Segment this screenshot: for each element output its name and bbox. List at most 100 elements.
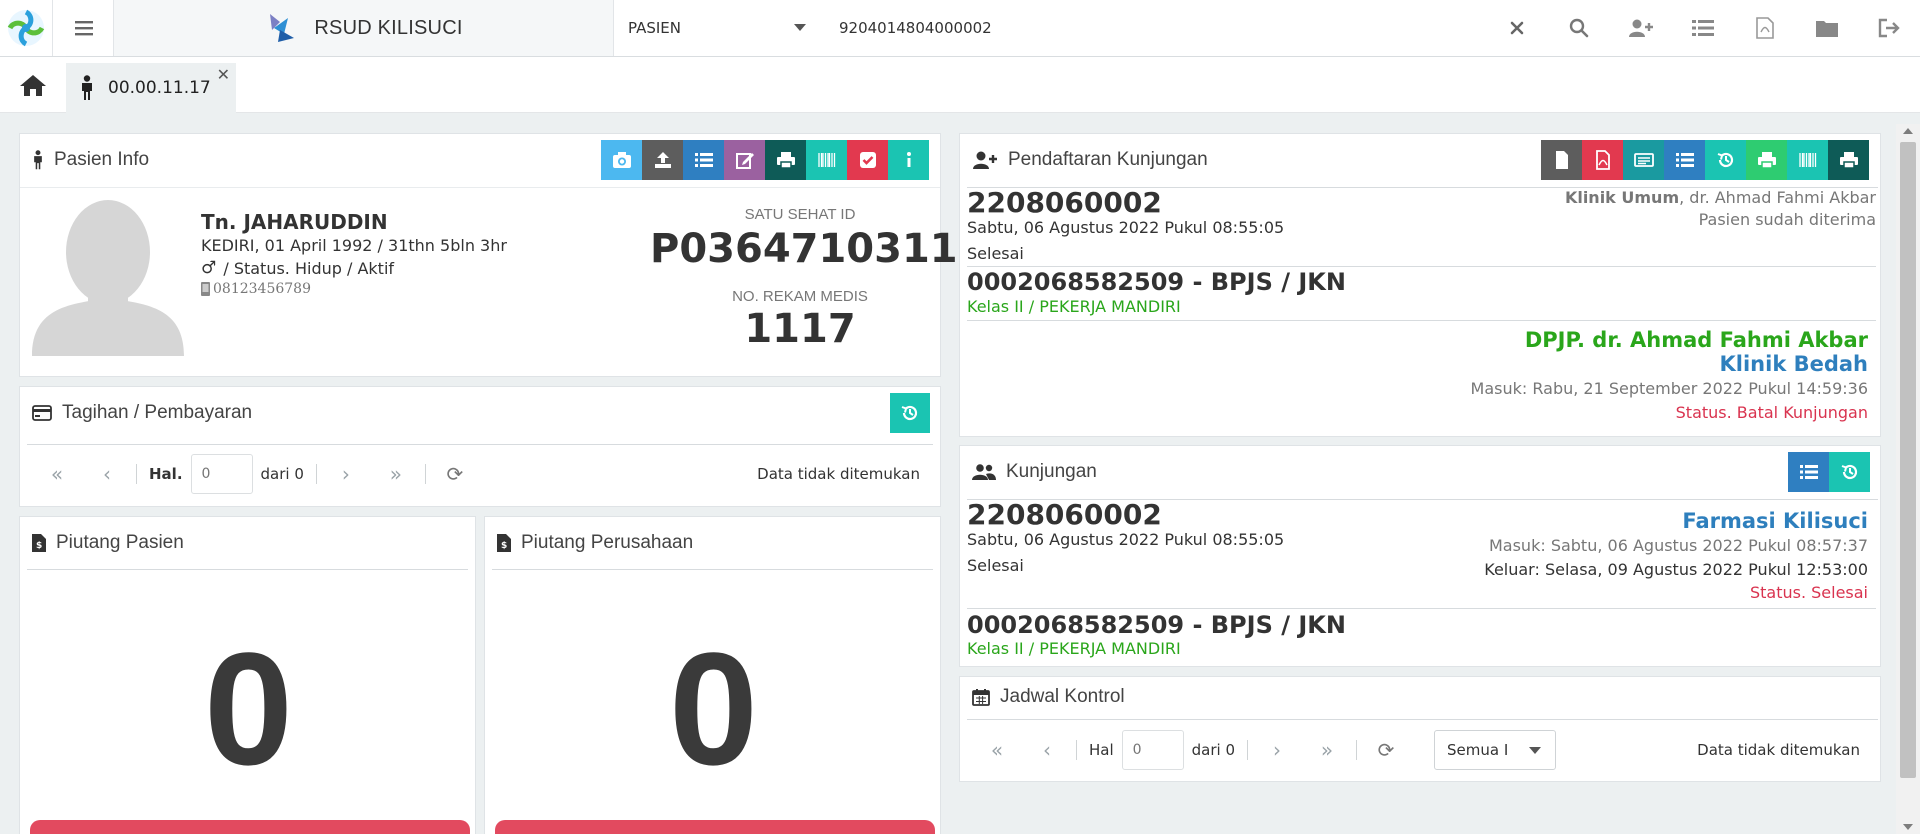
- first-page-icon[interactable]: «: [972, 738, 1022, 762]
- rekam-medis-number: 1117: [744, 306, 856, 352]
- divider: [27, 444, 933, 445]
- divider: [967, 608, 1876, 609]
- separator: [1356, 740, 1357, 760]
- printer-icon: [1757, 152, 1776, 169]
- patient-list-button[interactable]: [1672, 0, 1734, 56]
- patient-status: / Status. Hidup / Aktif: [218, 258, 395, 278]
- pendaftaran-title: Pendaftaran Kunjungan: [1008, 149, 1208, 170]
- print-button[interactable]: [765, 140, 806, 180]
- list-button[interactable]: [1788, 452, 1829, 492]
- printer-icon: [1839, 152, 1858, 169]
- search-type-select[interactable]: PASIEN: [614, 0, 824, 56]
- tab-home[interactable]: [0, 57, 66, 113]
- invoice-icon: $: [497, 534, 511, 552]
- add-patient-button[interactable]: [1610, 0, 1672, 56]
- divider: [20, 187, 940, 188]
- document-button[interactable]: [1541, 140, 1582, 180]
- separator: [1247, 740, 1248, 760]
- unit-name: Klinik Bedah: [1719, 352, 1869, 376]
- prev-page-icon[interactable]: ‹: [82, 462, 132, 486]
- folder-icon: [1816, 21, 1838, 37]
- hal-label: Hal.: [149, 465, 183, 483]
- male-icon: ♂: [201, 258, 217, 278]
- next-page-icon[interactable]: ›: [321, 462, 371, 486]
- dpjp-doctor: DPJP. dr. Ahmad Fahmi Akbar: [1524, 328, 1868, 352]
- card-button[interactable]: [1623, 140, 1664, 180]
- separator: [1076, 740, 1077, 760]
- menu-toggle-button[interactable]: [54, 0, 114, 56]
- check-button[interactable]: [847, 140, 888, 180]
- divider: [492, 569, 933, 570]
- page-number-input[interactable]: [190, 454, 253, 494]
- tagihan-header: Tagihan / Pembayaran: [20, 387, 940, 439]
- pendaftaran-toolbar: [1541, 140, 1869, 180]
- barcode-button[interactable]: [1787, 140, 1828, 180]
- navbar-actions: [1486, 0, 1920, 56]
- upload-button[interactable]: [642, 140, 683, 180]
- clear-search-button[interactable]: [1486, 0, 1548, 56]
- jadwal-filter-value: Semua I: [1447, 741, 1509, 759]
- next-page-icon[interactable]: ›: [1252, 738, 1302, 762]
- info-button[interactable]: [888, 140, 929, 180]
- tagihan-toolbar: [890, 393, 930, 433]
- edit-button[interactable]: [724, 140, 765, 180]
- piutang-perusahaan-detail-button[interactable]: [495, 820, 935, 834]
- tagihan-panel: Tagihan / Pembayaran « ‹ Hal. dari 0 › »…: [19, 386, 941, 507]
- refresh-icon[interactable]: ⟳: [1361, 738, 1411, 762]
- tagihan-title: Tagihan / Pembayaran: [62, 402, 253, 423]
- jadwal-filter-select[interactable]: Semua I: [1434, 730, 1556, 770]
- folder-button[interactable]: [1796, 0, 1858, 56]
- person-icon: [82, 75, 92, 100]
- history-button[interactable]: [1829, 452, 1870, 492]
- tagihan-pagination: « ‹ Hal. dari 0 › » ⟳: [32, 454, 480, 494]
- tab-bar: 00.00.11.17 ✕: [0, 57, 1920, 113]
- pdf-button[interactable]: [1734, 0, 1796, 56]
- person-icon: [34, 150, 42, 170]
- satu-sehat-id: P03647103112: [650, 226, 986, 272]
- barcode-button[interactable]: [806, 140, 847, 180]
- scroll-down-icon[interactable]: [1903, 824, 1913, 830]
- piutang-pasien-detail-button[interactable]: [30, 820, 470, 834]
- chevron-down-icon: [794, 24, 806, 31]
- top-navbar: RSUD KILISUCI PASIEN: [0, 0, 1920, 57]
- list-button[interactable]: [1664, 140, 1705, 180]
- scrollbar-thumb[interactable]: [1900, 142, 1916, 778]
- no-data-text: Data tidak ditemukan: [757, 465, 920, 483]
- search-button[interactable]: [1548, 0, 1610, 56]
- last-page-icon[interactable]: »: [371, 462, 421, 486]
- history-button[interactable]: [890, 393, 930, 433]
- logout-button[interactable]: [1858, 0, 1920, 56]
- piutang-perusahaan-title: Piutang Perusahaan: [521, 532, 694, 553]
- visit-registration-status: Selesai: [967, 556, 1024, 575]
- prev-page-icon[interactable]: ‹: [1022, 738, 1072, 762]
- camera-button[interactable]: [601, 140, 642, 180]
- search-input[interactable]: [830, 12, 1530, 44]
- tab-close-icon[interactable]: ✕: [217, 65, 230, 84]
- piutang-perusahaan-panel: $ Piutang Perusahaan 0: [484, 516, 941, 834]
- last-page-icon[interactable]: »: [1302, 738, 1352, 762]
- search-icon: [1569, 18, 1589, 38]
- history-icon: [1717, 152, 1733, 168]
- pendaftaran-panel: Pendaftaran Kunjungan 2208060002 Sabtu, …: [959, 133, 1881, 437]
- tab-patient[interactable]: 00.00.11.17 ✕: [66, 63, 236, 113]
- list-icon: [1692, 20, 1714, 36]
- scroll-up-icon[interactable]: [1903, 128, 1913, 134]
- visit-unit-name: Farmasi Kilisuci: [1682, 509, 1868, 533]
- separator: [315, 464, 317, 484]
- list-button[interactable]: [683, 140, 724, 180]
- brand: RSUD KILISUCI: [114, 0, 614, 56]
- kunjungan-panel: Kunjungan 2208060002 Sabtu, 06 Agustus 2…: [959, 445, 1881, 667]
- print-button[interactable]: [1746, 140, 1787, 180]
- print-label-button[interactable]: [1828, 140, 1869, 180]
- refresh-icon[interactable]: ⟳: [430, 462, 480, 486]
- close-icon: [1510, 21, 1524, 35]
- app-logo[interactable]: [0, 0, 53, 56]
- pdf-button[interactable]: [1582, 140, 1623, 180]
- first-page-icon[interactable]: «: [32, 462, 82, 486]
- page-scrollbar[interactable]: [1896, 124, 1920, 834]
- page-number-input[interactable]: [1121, 730, 1184, 770]
- invoice-icon: $: [32, 534, 46, 552]
- history-button[interactable]: [1705, 140, 1746, 180]
- calendar-icon: [972, 689, 990, 706]
- patient-birth: KEDIRI, 01 April 1992 / 31thn 5bln 3hr: [201, 236, 507, 255]
